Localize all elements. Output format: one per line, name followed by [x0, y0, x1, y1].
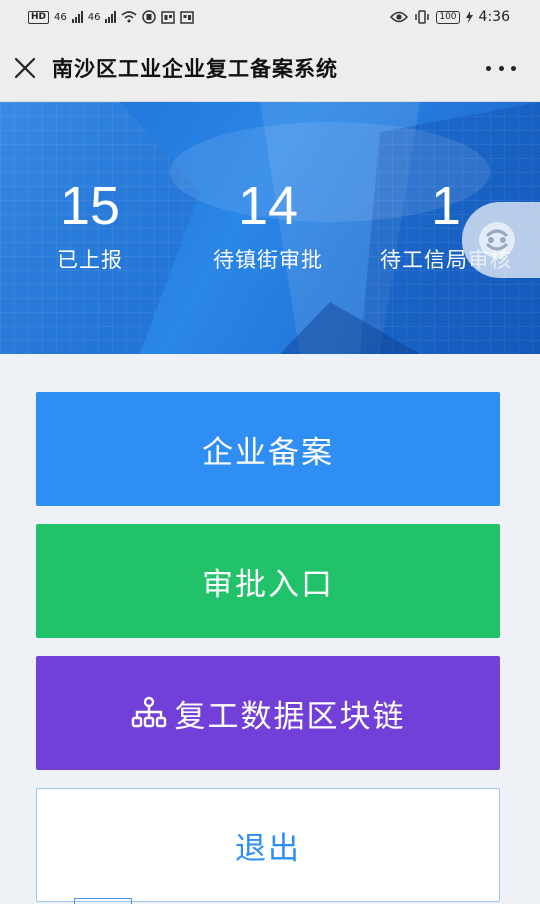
exit-button[interactable]: 退出	[36, 788, 500, 902]
button-label: 退出	[235, 830, 301, 867]
partial-element-below	[74, 898, 132, 904]
app-notification-icon	[180, 10, 195, 24]
network-label-2: 46	[87, 11, 101, 23]
assistant-icon	[479, 222, 515, 258]
more-dot-icon	[486, 65, 491, 71]
app-notification-icon	[142, 10, 157, 24]
stat-label: 已上报	[57, 248, 123, 272]
battery-icon: 100	[436, 10, 460, 24]
signal-icon	[71, 11, 83, 23]
network-label-1: 46	[54, 11, 67, 23]
eye-icon	[390, 11, 409, 23]
more-dot-icon	[511, 65, 516, 71]
clock: 4:36	[478, 9, 510, 25]
blockchain-icon	[131, 696, 167, 730]
enterprise-record-button[interactable]: 企业备案	[36, 392, 500, 506]
stat-label: 待镇街审批	[213, 248, 323, 272]
status-left: HD 46 46	[28, 10, 195, 24]
button-label: 复工数据区块链	[174, 698, 406, 735]
button-label: 审批入口	[202, 566, 334, 603]
more-options-button[interactable]	[486, 56, 516, 80]
status-bar: HD 46 46 100 4:36	[0, 0, 540, 34]
hd-icon: HD	[28, 10, 50, 24]
close-button[interactable]	[0, 34, 50, 102]
charging-icon	[465, 11, 473, 23]
approval-entry-button[interactable]: 审批入口	[36, 524, 500, 638]
wifi-icon	[121, 11, 138, 23]
stat-reported[interactable]: 15 已上报	[0, 176, 180, 274]
more-dot-icon	[498, 65, 504, 71]
resumption-data-blockchain-button[interactable]: 复工数据区块链	[36, 656, 500, 770]
nav-bar: 南沙区工业企业复工备案系统	[0, 34, 540, 102]
button-label: 企业备案	[202, 434, 334, 471]
app-notification-icon	[161, 10, 176, 24]
vibrate-icon	[415, 10, 430, 24]
stat-value: 14	[237, 176, 299, 236]
status-right: 100 4:36	[390, 9, 510, 25]
stat-pending-town-approval[interactable]: 14 待镇街审批	[178, 176, 358, 274]
signal-icon	[105, 11, 117, 23]
page-title: 南沙区工业企业复工备案系统	[52, 56, 338, 81]
stat-value: 15	[59, 176, 121, 236]
stats-banner: 15 已上报 14 待镇街审批 1 待工信局审核	[0, 102, 540, 354]
floating-assistant-button[interactable]	[462, 202, 540, 278]
close-icon	[14, 57, 36, 78]
